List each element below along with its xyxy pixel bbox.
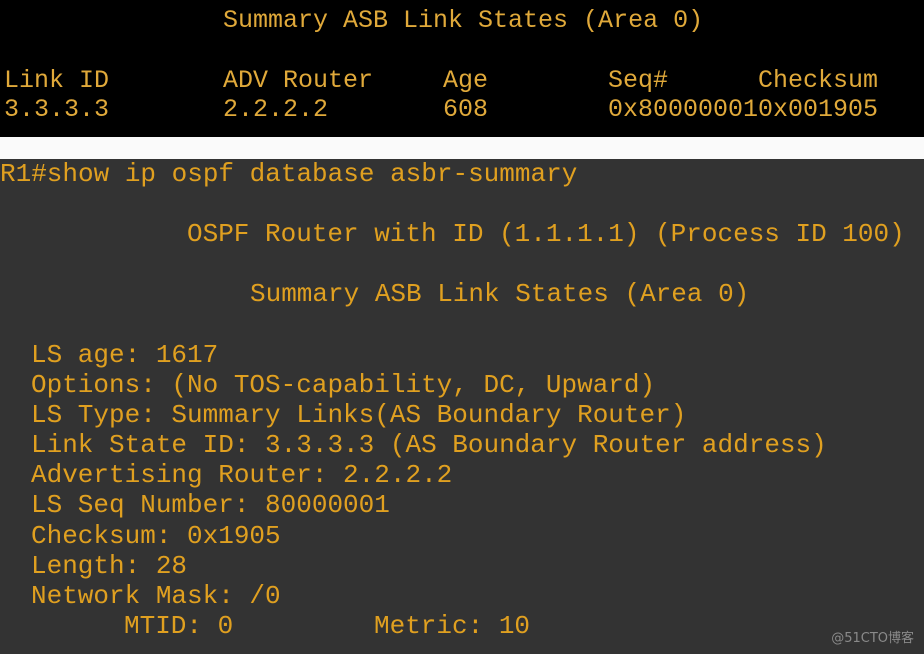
watermark: @51CTO博客: [831, 631, 914, 646]
field-length: Length: 28: [31, 551, 188, 581]
top-table-title: Summary ASB Link States (Area 0): [223, 6, 704, 35]
table-cell-link-id: 3.3.3.3: [4, 95, 110, 124]
table-cell-checksum: 0x001905: [758, 95, 879, 124]
column-header-seq: Seq#: [608, 66, 669, 95]
field-ls-seq-number: LS Seq Number: 80000001: [31, 490, 390, 520]
field-network-mask: Network Mask: /0: [31, 581, 281, 611]
column-header-age: Age: [443, 66, 489, 95]
field-link-state-id: Link State ID: 3.3.3.3 (AS Boundary Rout…: [31, 430, 827, 460]
panel-separator: [0, 137, 924, 159]
column-header-adv-router: ADV Router: [223, 66, 374, 95]
field-options: Options: (No TOS-capability, DC, Upward): [31, 370, 656, 400]
column-header-link-id: Link ID: [4, 66, 110, 95]
top-terminal-panel: Summary ASB Link States (Area 0) Link ID…: [0, 0, 924, 137]
column-header-checksum: Checksum: [758, 66, 879, 95]
table-cell-adv-router: 2.2.2.2: [223, 95, 329, 124]
router-id-header: OSPF Router with ID (1.1.1.1) (Process I…: [187, 219, 905, 249]
bottom-terminal-panel: R1#show ip ospf database asbr-summary OS…: [0, 159, 924, 654]
table-cell-seq: 0x80000001: [608, 95, 759, 124]
field-ls-age: LS age: 1617: [31, 340, 219, 370]
command-line: R1#show ip ospf database asbr-summary: [0, 159, 578, 189]
field-advertising-router: Advertising Router: 2.2.2.2: [31, 460, 453, 490]
field-mtid: MTID: 0: [124, 611, 234, 641]
field-metric: Metric: 10: [374, 611, 531, 641]
field-checksum: Checksum: 0x1905: [31, 521, 281, 551]
table-cell-age: 608: [443, 95, 489, 124]
section-header: Summary ASB Link States (Area 0): [250, 279, 750, 309]
field-ls-type: LS Type: Summary Links(AS Boundary Route…: [31, 400, 687, 430]
